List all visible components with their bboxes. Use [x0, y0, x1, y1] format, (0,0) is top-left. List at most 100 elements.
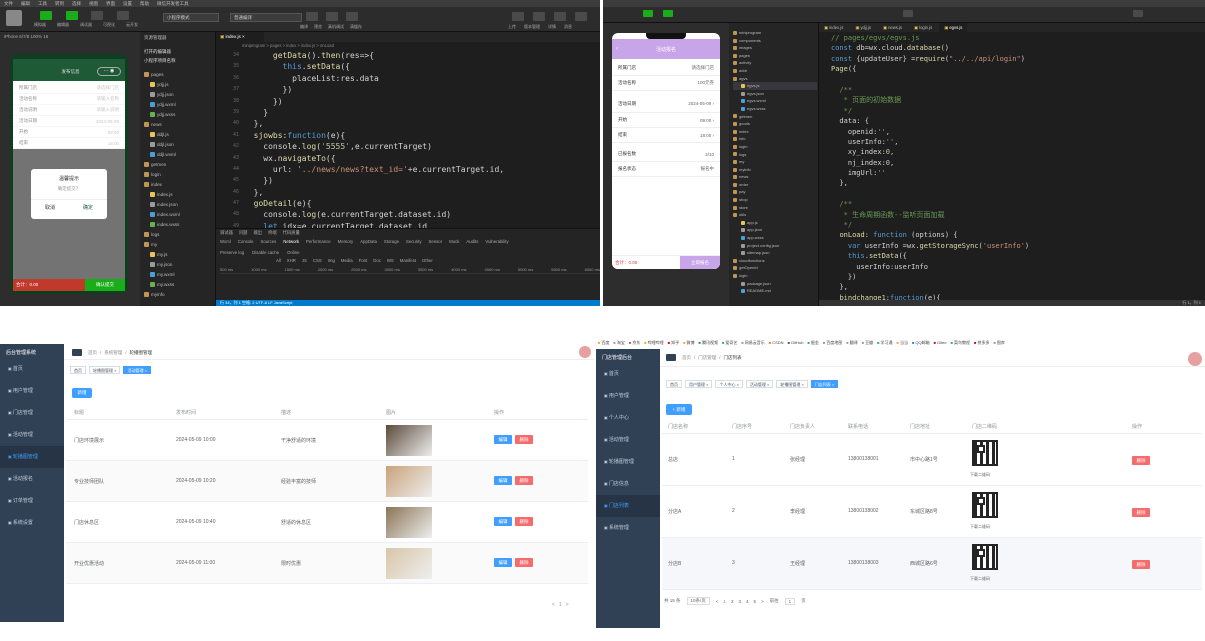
sidebar-item[interactable]: ▣ 门店管理 — [0, 402, 64, 424]
network-type[interactable]: Manifest — [400, 258, 416, 265]
modal-confirm-button[interactable]: 确定 — [69, 204, 107, 211]
sidebar-item[interactable]: ▣ 首页 — [596, 363, 660, 385]
bookmark-item[interactable]: ■百度 — [598, 338, 609, 348]
sidebar-item[interactable]: ▣ 活动管理 — [0, 424, 64, 446]
phone-signup-button[interactable]: 立即报名 — [680, 256, 720, 269]
phone-form-row[interactable]: 活动日期 2024-05-09 › — [612, 95, 720, 113]
phone-form-row[interactable]: 结束 18:00 › — [612, 128, 720, 143]
table-row[interactable]: 门店休息区 2024-05-09 10:40 舒适的休息区 编辑 删除 — [66, 502, 588, 543]
bookmark-item[interactable]: ■菜鸟教程 — [951, 338, 970, 348]
code-editor[interactable]: getData().then(res=>{ this.setData({ pla… — [244, 50, 600, 230]
network-type[interactable]: Img — [328, 258, 335, 265]
file-tree-item[interactable]: sitemap.json — [733, 249, 817, 257]
delete-button[interactable]: 删除 — [1132, 560, 1150, 569]
debug-tab[interactable]: 问题 — [239, 230, 248, 237]
sidebar-item[interactable]: ▣ 首页 — [0, 358, 64, 380]
devtools-tab[interactable]: Vulnerability — [485, 239, 508, 247]
simulator-toggle-icon-2[interactable] — [643, 10, 653, 17]
editor-toggle-icon-2[interactable] — [663, 10, 673, 17]
file-tree-item[interactable]: pages — [144, 70, 214, 80]
bookmark-item[interactable]: ■Gitee — [934, 338, 947, 348]
breadcrumb-item[interactable]: 系统管理 — [104, 350, 122, 356]
delete-button[interactable]: 删除 — [1132, 456, 1150, 465]
bookmark-item[interactable]: ■知乎 — [668, 338, 679, 348]
delete-button[interactable]: 删除 — [1132, 508, 1150, 517]
editor-tab[interactable]: ▣ login.js — [909, 23, 937, 32]
bookmark-item[interactable]: ■翻译 — [846, 338, 857, 348]
sidebar-item[interactable]: ▣ 系统管理 — [596, 517, 660, 539]
sidebar-item[interactable]: ▣ 系统设置 — [0, 512, 64, 534]
sim-form-row[interactable]: 活动说明 请输入说明 — [13, 105, 125, 116]
breadcrumb-item[interactable]: 首页 — [88, 350, 97, 356]
file-tree-item[interactable]: app.json — [733, 226, 817, 234]
file-tree-item[interactable]: cloudfunctions — [733, 257, 817, 265]
debug-tab[interactable]: 终端 — [268, 230, 277, 237]
network-type[interactable]: Other — [422, 258, 433, 265]
network-type[interactable]: XHR — [287, 258, 296, 265]
bookmark-item[interactable]: ■CSDN — [769, 338, 784, 348]
file-tree-item[interactable]: login — [144, 170, 214, 180]
editor-toggle-icon[interactable] — [66, 11, 78, 20]
bookmark-item[interactable]: ■图库 — [993, 338, 1004, 348]
file-tree-item[interactable]: app.wxss — [733, 234, 817, 242]
table-row[interactable]: 专业技师团队 2024-05-09 10:20 经验丰富的技师 编辑 删除 — [66, 461, 588, 502]
pager-item[interactable]: 2 — [731, 599, 734, 604]
sidebar-item[interactable]: ▣ 用户管理 — [0, 380, 64, 402]
menu-item[interactable]: 视图 — [89, 0, 98, 7]
sim-submit-button[interactable]: 确认提交 — [85, 279, 125, 291]
editor-tab[interactable]: ▣ news.js — [878, 23, 907, 32]
editor-tab-active[interactable]: ▣ index.js × — [216, 32, 264, 42]
delete-button[interactable]: 删除 — [515, 517, 533, 526]
avatar[interactable] — [6, 10, 22, 26]
file-tree-item[interactable]: ddjl.json — [144, 140, 214, 150]
bookmark-item[interactable]: ■哔哩哔哩 — [644, 338, 663, 348]
file-tree-item[interactable]: order — [733, 181, 817, 189]
file-tree-item[interactable]: getmen — [733, 113, 817, 121]
bookmark-item[interactable]: ■豆瓣 — [862, 338, 873, 348]
file-tree-item[interactable]: index.wxss — [144, 220, 214, 230]
menu-item[interactable]: 帮助 — [140, 0, 149, 7]
pager-item[interactable]: 3 — [738, 599, 741, 604]
code-editor-2[interactable]: // pages/egvs/egvs.js const db=wx.cloud.d… — [831, 33, 1201, 303]
file-tree-item[interactable]: index — [144, 180, 214, 190]
pager-item[interactable]: > — [566, 602, 569, 608]
file-tree-item[interactable]: miniprogram — [733, 29, 817, 37]
table-row[interactable]: 分店B 3 王经理 13800138003 西城区路6号 下载二维码 删除 — [662, 538, 1202, 590]
bookmark-item[interactable]: ■腾讯视频 — [699, 338, 718, 348]
sidebar-item[interactable]: ▣ 门店信息 — [596, 473, 660, 495]
file-tree-item[interactable]: logs — [144, 230, 214, 240]
file-tree-item[interactable]: info — [733, 135, 817, 143]
bookmark-item[interactable]: ■掘金 — [807, 338, 818, 348]
network-type[interactable]: Media — [341, 258, 353, 265]
add-button[interactable]: + 新增 — [666, 404, 692, 415]
delete-button[interactable]: 删除 — [515, 476, 533, 485]
sidebar-item[interactable]: ▣ 轮播图管理 — [0, 446, 64, 468]
file-tree-item[interactable]: ydjj.js — [144, 80, 214, 90]
devtools-tab[interactable]: Performance — [306, 239, 331, 247]
network-filter[interactable]: Preserve log — [220, 250, 244, 257]
tag-item[interactable]: 个人中心 × — [715, 380, 743, 388]
network-type[interactable]: All — [276, 258, 281, 265]
file-tree-item[interactable]: egvs.json — [733, 90, 817, 98]
file-tree-item[interactable]: ddjl.js — [144, 130, 214, 140]
sim-form-row[interactable]: 所属门店 请选择门店 — [13, 83, 125, 94]
user-avatar[interactable] — [1188, 352, 1202, 366]
network-filter[interactable]: Disable cache — [252, 250, 279, 257]
phone-form-row[interactable]: 开始 09:00 › — [612, 113, 720, 128]
network-type[interactable]: CSS — [313, 258, 322, 265]
pager-item[interactable]: 1 — [723, 599, 726, 604]
devtools-tab[interactable]: AppData — [360, 239, 377, 247]
bookmark-item[interactable]: ■当当 — [897, 338, 908, 348]
phone-form-row[interactable]: 活动名称 100元券 — [612, 76, 720, 91]
bookmark-item[interactable]: ■爱奇艺 — [722, 338, 737, 348]
breadcrumb-item[interactable]: 首页 — [682, 355, 691, 361]
phone-form-row[interactable]: 报名状态 报名中 — [612, 162, 720, 177]
details-icon[interactable] — [554, 12, 566, 21]
table-row[interactable]: 分店A 2 李经理 13800138002 东城区路8号 下载二维码 删除 — [662, 486, 1202, 538]
debugger-toggle-icon[interactable] — [91, 11, 103, 20]
delete-button[interactable]: 删除 — [515, 435, 533, 444]
devtools-tab[interactable]: Memory — [338, 239, 354, 247]
menu-item[interactable]: 设置 — [123, 0, 132, 7]
hamburger-icon[interactable] — [666, 354, 676, 361]
sidebar-item[interactable]: ▣ 活动报名 — [0, 468, 64, 490]
